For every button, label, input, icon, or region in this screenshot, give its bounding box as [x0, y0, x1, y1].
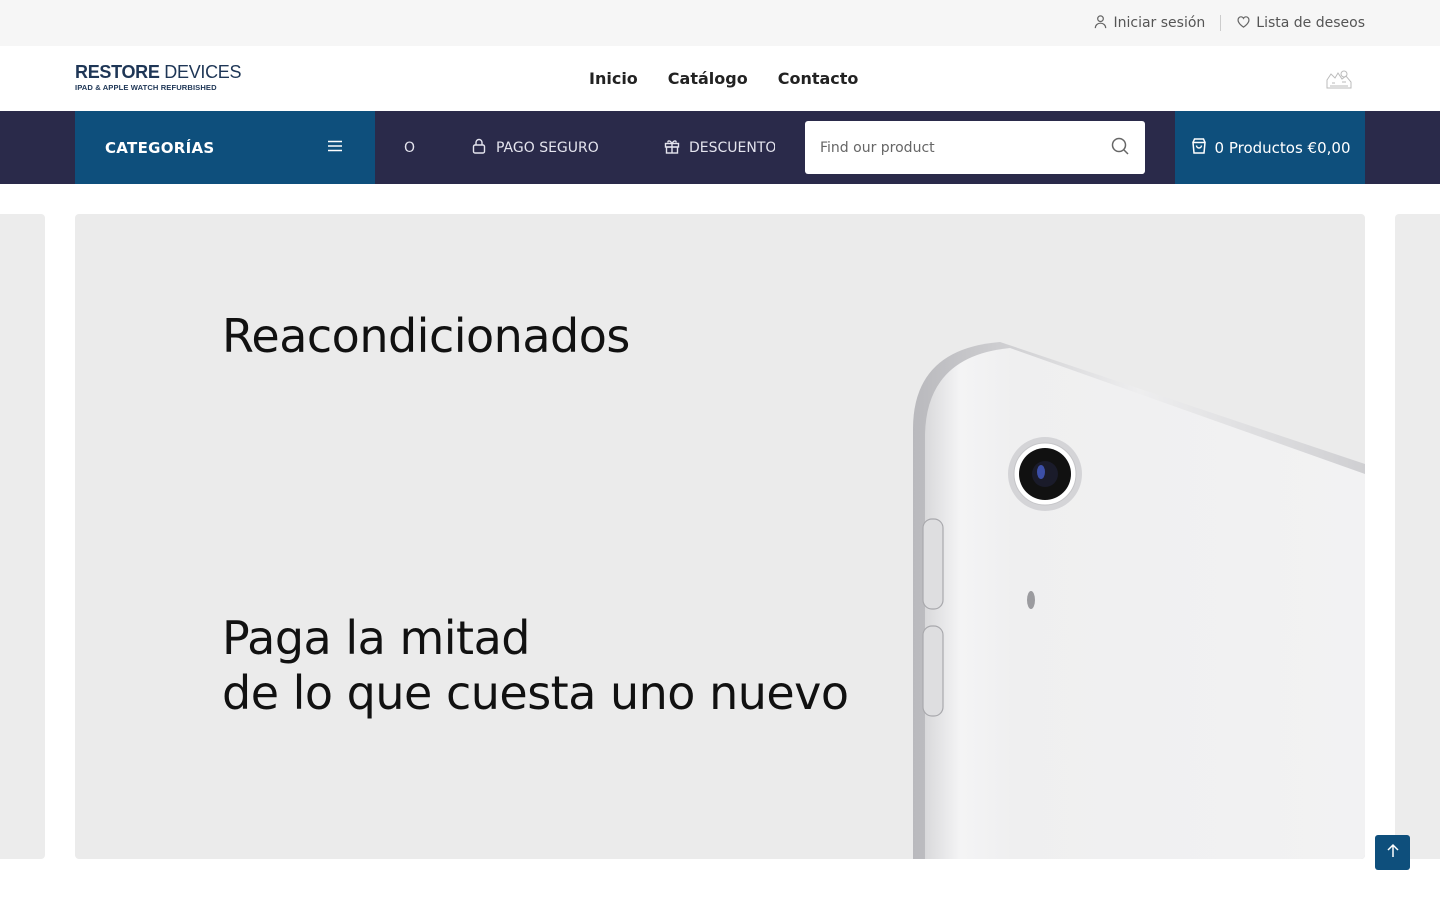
- lock-icon: [470, 137, 488, 159]
- main-nav: Inicio Catálogo Contacto: [589, 46, 858, 111]
- account-links: Iniciar sesión Lista de deseos: [1093, 0, 1365, 46]
- nav-item-catalogo[interactable]: Catálogo: [668, 69, 748, 88]
- language-flag-icon[interactable]: [1324, 66, 1354, 92]
- user-icon: [1093, 14, 1108, 33]
- search-box: [805, 121, 1145, 174]
- back-to-top-button[interactable]: [1375, 835, 1410, 870]
- cart-summary: 0 Productos €0,00: [1214, 138, 1351, 157]
- shopping-bag-icon: [1190, 137, 1208, 159]
- wishlist-link[interactable]: Lista de deseos: [1236, 14, 1365, 33]
- login-link[interactable]: Iniciar sesión: [1093, 14, 1205, 33]
- hero-subtitle-line: de lo que cuesta uno nuevo: [222, 666, 849, 720]
- heart-icon: [1236, 14, 1251, 33]
- marquee-item-label: O: [404, 139, 416, 156]
- hero-slide[interactable]: Reacondicionados Paga la mitad de lo que…: [75, 214, 1365, 859]
- marquee-item-label: DESCUENTOS: [689, 139, 775, 156]
- marquee-item-secure-payment: PAGO SEGURO: [470, 111, 599, 184]
- search-input[interactable]: [820, 139, 1110, 156]
- divider: [1220, 15, 1222, 31]
- site-header: RESTORE DEVICES IPAD & APPLE WATCH REFUR…: [0, 46, 1440, 111]
- hero-title: Reacondicionados: [222, 309, 630, 363]
- logo-tagline: IPAD & APPLE WATCH REFURBISHED: [75, 83, 217, 92]
- site-logo[interactable]: RESTORE DEVICES IPAD & APPLE WATCH REFUR…: [75, 62, 242, 92]
- categories-label: CATEGORÍAS: [105, 138, 215, 157]
- gift-icon: [663, 137, 681, 159]
- marquee-item-truncated: O: [404, 111, 415, 184]
- ipad-product-image: [913, 342, 1365, 859]
- marquee-item-label: PAGO SEGURO: [496, 139, 599, 156]
- marquee-item-discounts: DESCUENTOS: [663, 111, 775, 184]
- hamburger-menu-icon: [325, 136, 345, 160]
- nav-item-contacto[interactable]: Contacto: [778, 69, 859, 88]
- hero-subtitle-line: Paga la mitad: [222, 611, 530, 665]
- login-label: Iniciar sesión: [1113, 15, 1206, 31]
- top-utility-bar: Iniciar sesión Lista de deseos: [0, 0, 1440, 46]
- benefits-marquee: O PAGO SEGURO DESCUENTOS: [375, 111, 775, 184]
- hero-subtitle: Paga la mitad de lo que cuesta uno nuevo: [222, 611, 849, 721]
- nav-item-inicio[interactable]: Inicio: [589, 69, 638, 88]
- logo-wordmark: RESTORE DEVICES: [75, 62, 242, 82]
- search-icon[interactable]: [1110, 136, 1130, 160]
- previous-slide-peek[interactable]: [0, 214, 45, 859]
- arrow-up-icon: [1385, 843, 1401, 863]
- category-search-bar: CATEGORÍAS O PAGO SEGURO DESCUENTOS: [0, 111, 1440, 184]
- wishlist-label: Lista de deseos: [1256, 15, 1365, 31]
- cart-button[interactable]: 0 Productos €0,00: [1175, 111, 1365, 184]
- categories-button[interactable]: CATEGORÍAS: [75, 111, 375, 184]
- next-slide-peek[interactable]: [1395, 214, 1440, 859]
